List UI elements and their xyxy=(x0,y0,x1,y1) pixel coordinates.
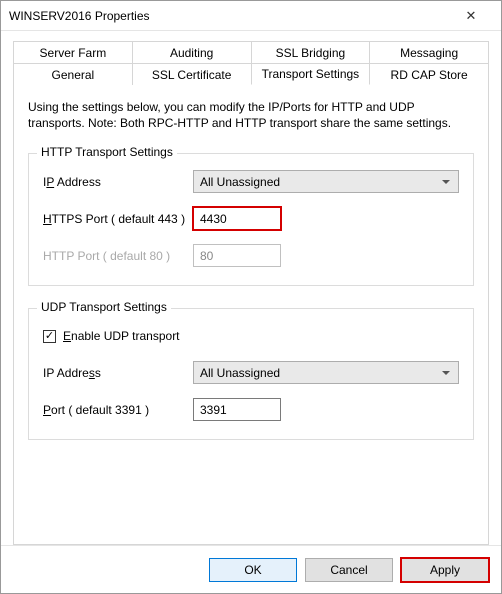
titlebar: WINSERV2016 Properties ✕ xyxy=(1,1,501,31)
apply-button[interactable]: Apply xyxy=(401,558,489,582)
udp-group-title: UDP Transport Settings xyxy=(37,300,171,314)
tab-messaging[interactable]: Messaging xyxy=(369,41,489,63)
ok-button[interactable]: OK xyxy=(209,558,297,582)
tab-transport-settings[interactable]: Transport Settings xyxy=(251,63,371,85)
https-port-label: HTTPS Port ( default 443 ) xyxy=(43,212,193,226)
enable-udp-label: Enable UDP transport xyxy=(63,329,180,343)
udp-ip-label: IP Address xyxy=(43,366,193,380)
udp-transport-group: UDP Transport Settings Enable UDP transp… xyxy=(28,308,474,440)
close-icon: ✕ xyxy=(466,8,477,24)
http-ip-select[interactable]: All Unassigned xyxy=(193,170,459,193)
http-port-label: HTTP Port ( default 80 ) xyxy=(43,249,193,263)
udp-port-label: Port ( default 3391 ) xyxy=(43,403,193,417)
tab-general[interactable]: General xyxy=(13,63,133,85)
http-transport-group: HTTP Transport Settings IP Address All U… xyxy=(28,153,474,286)
tab-server-farm[interactable]: Server Farm xyxy=(13,41,133,63)
cancel-button[interactable]: Cancel xyxy=(305,558,393,582)
dialog-content: Server Farm Auditing SSL Bridging Messag… xyxy=(1,31,501,545)
tabs: Server Farm Auditing SSL Bridging Messag… xyxy=(13,41,489,85)
tab-panel-transport: Using the settings below, you can modify… xyxy=(13,84,489,545)
tab-ssl-certificate[interactable]: SSL Certificate xyxy=(132,63,252,85)
properties-dialog: WINSERV2016 Properties ✕ Server Farm Aud… xyxy=(0,0,502,594)
tab-rd-cap-store[interactable]: RD CAP Store xyxy=(369,63,489,85)
tab-ssl-bridging[interactable]: SSL Bridging xyxy=(251,41,371,63)
enable-udp-checkbox[interactable] xyxy=(43,330,56,343)
udp-ip-select[interactable]: All Unassigned xyxy=(193,361,459,384)
window-controls: ✕ xyxy=(449,2,493,30)
http-port-input xyxy=(193,244,281,267)
close-button[interactable]: ✕ xyxy=(449,2,493,30)
window-title: WINSERV2016 Properties xyxy=(9,9,449,23)
udp-port-input[interactable] xyxy=(193,398,281,421)
button-bar: OK Cancel Apply xyxy=(1,545,501,593)
http-group-title: HTTP Transport Settings xyxy=(37,145,177,159)
intro-text: Using the settings below, you can modify… xyxy=(28,99,474,131)
http-ip-label: IP Address xyxy=(43,175,193,189)
https-port-input[interactable] xyxy=(193,207,281,230)
tab-auditing[interactable]: Auditing xyxy=(132,41,252,63)
